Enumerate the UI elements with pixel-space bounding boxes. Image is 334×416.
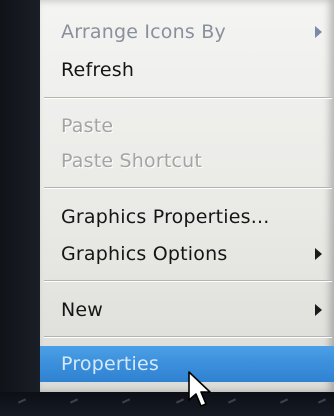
chevron-right-icon [315, 248, 322, 260]
desktop-context-menu: Arrange Icons By Refresh Paste Paste Sho… [40, 0, 334, 392]
wallpaper-mark [317, 398, 327, 404]
menu-separator [44, 97, 332, 99]
menu-item-new[interactable]: New [40, 292, 334, 328]
wallpaper-mark [69, 398, 79, 404]
menu-item-graphics-options[interactable]: Graphics Options [40, 236, 334, 272]
wallpaper-mark [175, 398, 185, 404]
mouse-cursor-icon [188, 371, 211, 407]
wallpaper-mark [279, 398, 289, 404]
desktop-background: Arrange Icons By Refresh Paste Paste Sho… [0, 0, 334, 416]
menu-item-label: Graphics Properties... [61, 206, 270, 228]
menu-item-label: Paste Shortcut [61, 150, 203, 172]
menu-item-refresh[interactable]: Refresh [40, 52, 334, 88]
menu-item-graphics-properties[interactable]: Graphics Properties... [40, 199, 334, 235]
menu-item-paste-shortcut: Paste Shortcut [40, 143, 334, 179]
menu-item-label: Refresh [61, 59, 135, 81]
chevron-right-icon [315, 304, 322, 316]
menu-item-label: New [61, 299, 104, 321]
menu-separator [44, 336, 332, 338]
menu-item-arrange-icons-by[interactable]: Arrange Icons By [40, 14, 334, 50]
menu-item-paste: Paste [40, 108, 334, 144]
menu-item-label: Properties [61, 353, 160, 375]
menu-item-label: Graphics Options [61, 243, 228, 265]
wallpaper-mark [121, 398, 131, 404]
desktop-wallpaper-strip [0, 392, 334, 416]
desktop-edge [0, 0, 40, 416]
wallpaper-mark [227, 398, 237, 404]
menu-item-label: Arrange Icons By [61, 21, 226, 43]
wallpaper-mark [17, 398, 27, 404]
chevron-right-icon [315, 26, 322, 38]
menu-item-label: Paste [61, 115, 114, 137]
menu-separator [44, 280, 332, 282]
menu-separator [44, 187, 332, 189]
